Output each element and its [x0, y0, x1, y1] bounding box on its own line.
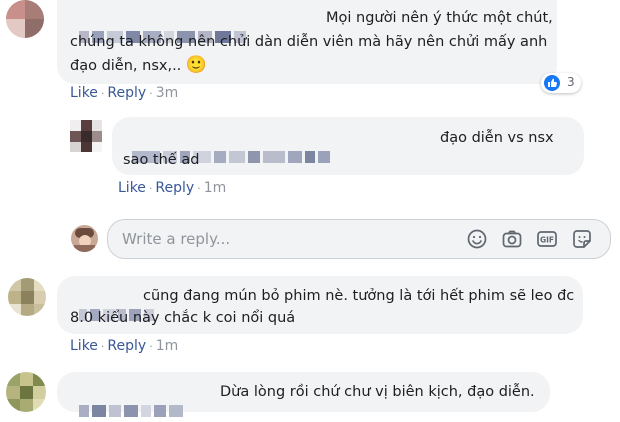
commenter-avatar[interactable] [6, 0, 44, 38]
emoji-icon[interactable] [466, 228, 488, 250]
timestamp[interactable]: 1m [204, 180, 227, 196]
reply-link[interactable]: Reply [107, 338, 146, 354]
timestamp[interactable]: 1m [156, 338, 179, 354]
comment-actions: Like · Reply · 3m [70, 85, 179, 101]
comment-text: sao thế ad [123, 152, 200, 168]
comment-actions: Like · Reply · 1m [118, 180, 227, 196]
comment-text: đạo diễn, nsx,.. 🙂 [70, 55, 208, 75]
like-link[interactable]: Like [70, 85, 98, 101]
smile-emoji-icon: 🙂 [185, 55, 208, 75]
svg-text:GIF: GIF [540, 236, 554, 245]
timestamp[interactable]: 3m [156, 85, 179, 101]
comment-text: chúng ta không nên chửi dàn diễn viên mà… [70, 34, 548, 50]
comment-text: cũng đang mún bỏ phim nè. tưởng là tới h… [143, 288, 575, 304]
commenter-avatar[interactable] [6, 372, 46, 412]
comment-text: Dừa lòng rồi chứ chư vị biên kịch, đạo d… [220, 384, 535, 400]
sticker-icon[interactable] [571, 228, 593, 250]
gif-icon[interactable]: GIF [536, 228, 558, 250]
commenter-avatar[interactable] [8, 278, 46, 316]
comment-actions: Like · Reply · 1m [70, 338, 179, 354]
reply-link[interactable]: Reply [155, 180, 194, 196]
reaction-count-badge[interactable]: 3 [541, 73, 581, 93]
reply-input-placeholder: Write a reply... [122, 230, 231, 248]
current-user-avatar[interactable] [71, 225, 98, 252]
reaction-count: 3 [567, 75, 575, 89]
comment-text: 8.0 kiểu này chắc k coi nổi quá [70, 310, 296, 326]
like-link[interactable]: Like [118, 180, 146, 196]
comment-author[interactable] [70, 382, 186, 422]
comment-text: đạo diễn vs nsx [440, 130, 554, 146]
reply-input[interactable]: Write a reply... GIF [107, 219, 611, 259]
comment-text: Mọi người nên ý thức một chút, [326, 10, 553, 26]
like-link[interactable]: Like [70, 338, 98, 354]
commenter-avatar[interactable] [70, 120, 102, 152]
reply-link[interactable]: Reply [107, 85, 146, 101]
camera-icon[interactable] [501, 228, 523, 250]
like-reaction-icon [544, 75, 560, 91]
